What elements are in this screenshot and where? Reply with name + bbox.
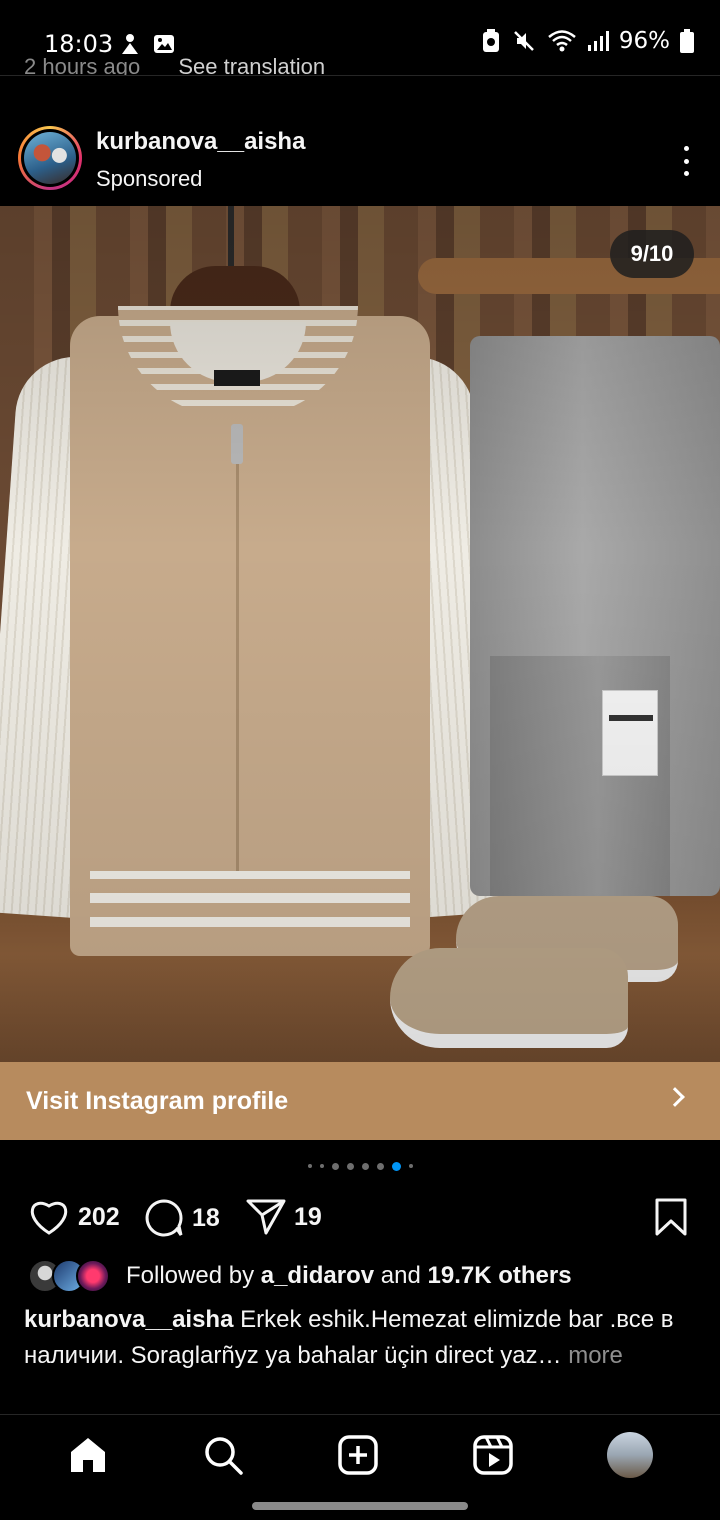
comment-action: 18	[144, 1198, 220, 1238]
signal-icon	[587, 31, 609, 51]
carousel-dot	[331, 1162, 339, 1170]
post-header: kurbanova__aisha Sponsored	[0, 110, 720, 206]
carousel-counter: 9/10	[610, 230, 694, 278]
post-caption: kurbanova__aisha Erkek eshik.Hemezat eli…	[24, 1302, 700, 1374]
like-count[interactable]: 202	[78, 1203, 120, 1232]
share-icon[interactable]	[246, 1198, 286, 1236]
follower-avatar	[76, 1259, 110, 1293]
mute-icon	[513, 31, 534, 51]
post-image[interactable]: 9/10	[0, 206, 720, 1062]
followed-by-user[interactable]: a_didarov	[261, 1262, 374, 1289]
caption-more-link[interactable]: more	[568, 1342, 623, 1369]
wifi-icon	[548, 30, 576, 52]
carousel-dot	[408, 1164, 413, 1168]
share-action: 19	[246, 1198, 322, 1236]
carousel-dot	[361, 1162, 369, 1170]
status-bar: 18:03 96% 2 hours ago See translation	[0, 0, 720, 76]
battery-percent: 96%	[618, 28, 670, 54]
home-icon[interactable]	[67, 1434, 109, 1476]
comment-count[interactable]: 18	[192, 1204, 220, 1233]
followed-by-row[interactable]: Followed by a_didarov and 19.7K others	[28, 1258, 572, 1294]
avatar[interactable]	[24, 132, 76, 184]
battery-icon	[680, 29, 694, 53]
divider	[0, 75, 720, 76]
carousel-dot	[376, 1162, 384, 1170]
status-time: 18:03	[44, 30, 114, 58]
post-username[interactable]: kurbanova__aisha	[96, 128, 305, 156]
bookmark-icon[interactable]	[654, 1198, 688, 1236]
create-icon[interactable]	[337, 1434, 379, 1476]
heart-icon[interactable]	[28, 1198, 70, 1236]
profile-avatar[interactable]	[607, 1432, 654, 1478]
bottom-nav	[0, 1415, 720, 1495]
previous-post-time: 2 hours ago	[24, 58, 141, 76]
like-action: 202	[28, 1198, 120, 1236]
visit-profile-button[interactable]: Visit Instagram profile	[0, 1062, 720, 1140]
gesture-bar	[252, 1502, 468, 1510]
carousel-dot	[307, 1164, 312, 1168]
notification-icon	[122, 34, 138, 54]
status-left-icons	[118, 32, 176, 56]
see-translation-link[interactable]: See translation	[178, 58, 325, 76]
battery-saver-icon	[482, 29, 499, 52]
carousel-dot-active	[391, 1161, 401, 1171]
caption-username[interactable]: kurbanova__aisha	[24, 1306, 233, 1333]
search-icon[interactable]	[202, 1434, 244, 1476]
carousel-dot	[346, 1162, 354, 1170]
carousel-indicator	[0, 1160, 720, 1172]
previous-post-meta: 2 hours ago See translation	[24, 58, 325, 76]
more-options-icon[interactable]	[682, 146, 690, 176]
followed-by-text: Followed by a_didarov and 19.7K others	[126, 1262, 572, 1289]
followed-by-others[interactable]: 19.7K others	[428, 1262, 572, 1289]
carousel-dot	[319, 1164, 324, 1168]
story-ring[interactable]	[18, 126, 82, 190]
reels-icon[interactable]	[472, 1434, 514, 1476]
save-action	[654, 1198, 688, 1236]
share-count[interactable]: 19	[294, 1203, 322, 1232]
sponsored-label: Sponsored	[96, 166, 203, 191]
chevron-right-icon	[665, 1087, 685, 1107]
comment-icon[interactable]	[144, 1198, 184, 1238]
cta-label: Visit Instagram profile	[26, 1086, 289, 1115]
post-actions: 202 18 19	[0, 1190, 720, 1242]
status-right: 96%	[481, 28, 694, 54]
image-icon	[154, 35, 174, 53]
